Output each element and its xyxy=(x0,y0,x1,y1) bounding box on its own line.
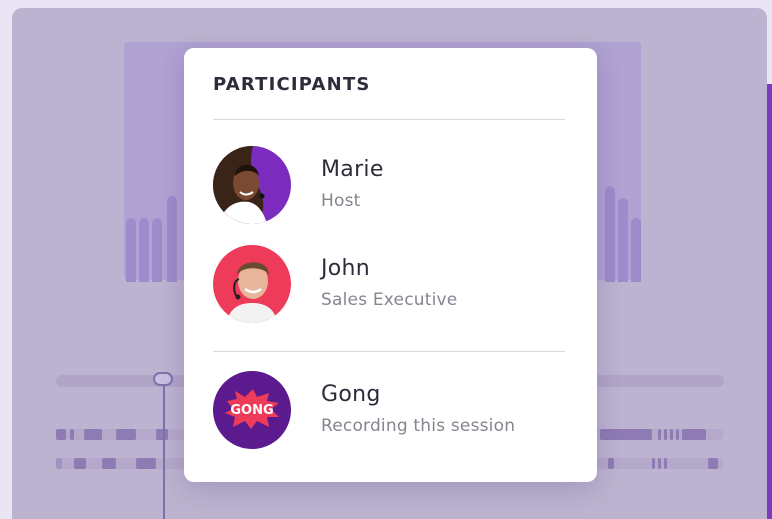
title-divider xyxy=(213,119,565,120)
section-divider xyxy=(213,351,565,352)
participant-name: John xyxy=(321,256,371,281)
speech-segment xyxy=(608,458,614,469)
participant-marie[interactable]: Marie Host xyxy=(213,146,565,226)
participant-name: Gong xyxy=(321,382,381,407)
participant-john[interactable]: John Sales Executive xyxy=(213,245,565,325)
participant-name: Marie xyxy=(321,157,384,182)
gong-logo-text: GONG xyxy=(230,403,273,418)
person-avatar-icon xyxy=(213,245,291,323)
audio-bar xyxy=(605,186,615,282)
playhead-line xyxy=(163,382,165,519)
participants-panel: PARTICIPANTS Marie Host John Sales Execu… xyxy=(184,48,597,482)
participant-gong[interactable]: GONG Gong Recording this session xyxy=(213,371,565,451)
speech-segment xyxy=(156,429,168,440)
speech-segment xyxy=(670,429,673,440)
speech-segment xyxy=(658,429,661,440)
panel-title: PARTICIPANTS xyxy=(213,74,371,95)
audio-bar xyxy=(152,218,162,282)
speech-segment xyxy=(600,429,652,440)
speech-segment xyxy=(56,458,62,469)
participant-role: Recording this session xyxy=(321,416,516,436)
speech-segment xyxy=(708,458,718,469)
participant-role: Sales Executive xyxy=(321,290,458,310)
audio-bar xyxy=(139,218,149,282)
speech-segment xyxy=(676,429,679,440)
speech-segment xyxy=(74,458,86,469)
avatar xyxy=(213,146,291,224)
speech-segment xyxy=(70,429,74,440)
playhead-handle[interactable] xyxy=(153,372,173,386)
speech-segment xyxy=(664,429,667,440)
audio-bar xyxy=(631,218,641,282)
avatar xyxy=(213,245,291,323)
audio-bar xyxy=(126,218,136,282)
speech-segment xyxy=(136,458,156,469)
speech-segment xyxy=(652,458,655,469)
participant-role: Host xyxy=(321,191,361,211)
avatar: GONG xyxy=(213,371,291,449)
speech-segment xyxy=(116,429,136,440)
speech-segment xyxy=(56,429,66,440)
speech-segment xyxy=(664,458,667,469)
gong-logo-icon: GONG xyxy=(213,371,291,449)
speech-segment xyxy=(84,429,102,440)
speech-segment xyxy=(658,458,661,469)
person-avatar-icon xyxy=(213,146,291,224)
speech-segment xyxy=(102,458,116,469)
audio-bar xyxy=(618,198,628,282)
audio-bar xyxy=(167,196,177,282)
speech-segment xyxy=(682,429,706,440)
